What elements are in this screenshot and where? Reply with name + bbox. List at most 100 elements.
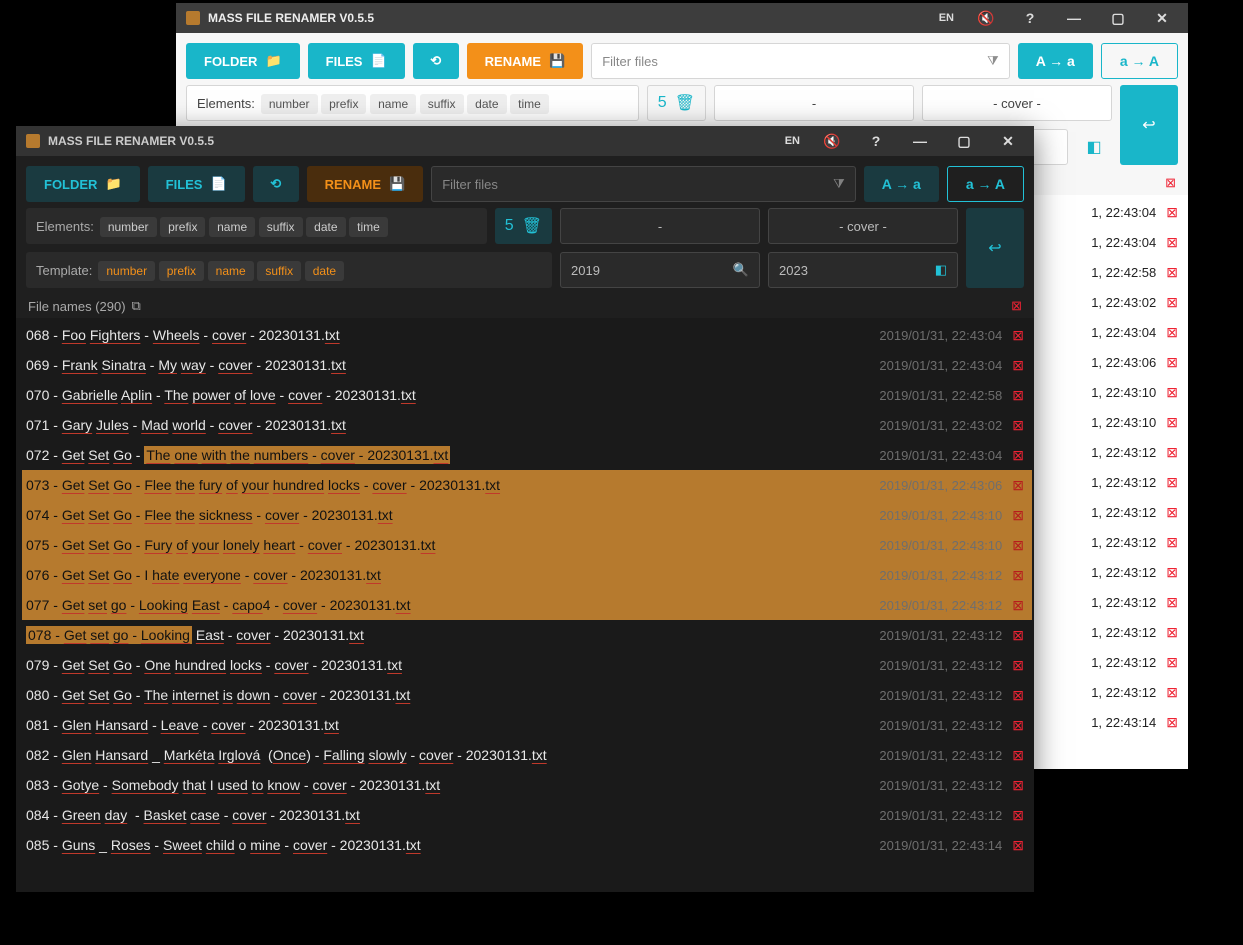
chip-date[interactable]: date [306, 217, 345, 237]
chip-prefix[interactable]: prefix [160, 217, 205, 237]
search-input[interactable]: 2019🔍 [560, 252, 760, 288]
remove-icon[interactable]: ⊠ [1008, 747, 1028, 764]
chip-suffix[interactable]: suffix [259, 217, 303, 237]
separator-input[interactable]: - [714, 85, 914, 121]
table-row[interactable]: 073 - Get Set Go - Flee the fury of your… [22, 470, 1032, 500]
table-row[interactable]: 069 - Frank Sinatra - My way - cover - 2… [22, 350, 1032, 380]
eraser-icon[interactable]: ◧ [935, 262, 947, 278]
remove-icon[interactable]: ⊠ [1162, 654, 1182, 671]
table-row[interactable]: 074 - Get Set Go - Flee the sickness - c… [22, 500, 1032, 530]
file-list[interactable]: 068 - Foo Fighters - Wheels - cover - 20… [16, 318, 1034, 892]
refresh-button[interactable]: ⟲ [413, 43, 459, 79]
chip-time[interactable]: time [510, 94, 549, 114]
remove-icon[interactable]: ⊠ [1162, 534, 1182, 551]
chip-name[interactable]: name [208, 261, 254, 281]
folder-button[interactable]: FOLDER📁 [186, 43, 300, 79]
titlebar[interactable]: MASS FILE RENAMER V0.5.5 EN 🔇 ? — ▢ ✕ [16, 126, 1034, 156]
replace-input[interactable]: 2023◧ [768, 252, 958, 288]
remove-icon[interactable]: ⊠ [1008, 687, 1028, 704]
count-box[interactable]: 5🗑 [647, 85, 706, 121]
chip-date[interactable]: date [467, 94, 506, 114]
chip-name[interactable]: name [370, 94, 416, 114]
remove-icon[interactable]: ⊠ [1162, 564, 1182, 581]
remove-icon[interactable]: ⊠ [1008, 837, 1028, 854]
eraser-icon[interactable]: ◧ [1076, 129, 1112, 165]
filter-input[interactable]: Filter files⧩ [431, 166, 855, 202]
remove-icon[interactable]: ⊠ [1162, 504, 1182, 521]
remove-icon[interactable]: ⊠ [1008, 507, 1028, 524]
remove-icon[interactable]: ⊠ [1162, 354, 1182, 371]
table-row[interactable]: 084 - Green day - Basket case - cover - … [22, 800, 1032, 830]
remove-icon[interactable]: ⊠ [1162, 714, 1182, 731]
table-row[interactable]: 083 - Gotye - Somebody that I used to kn… [22, 770, 1032, 800]
table-row[interactable]: 076 - Get Set Go - I hate everyone - cov… [22, 560, 1032, 590]
remove-icon[interactable]: ⊠ [1162, 294, 1182, 311]
remove-icon[interactable]: ⊠ [1162, 414, 1182, 431]
remove-icon[interactable]: ⊠ [1008, 777, 1028, 794]
table-row[interactable]: 077 - Get set go - Looking East - capo4 … [22, 590, 1032, 620]
help-icon[interactable]: ? [854, 126, 898, 156]
files-button[interactable]: FILES📄 [148, 166, 245, 202]
apply-button[interactable]: ↩ [1120, 85, 1178, 165]
chip-name[interactable]: name [209, 217, 255, 237]
chip-suffix[interactable]: suffix [257, 261, 301, 281]
remove-icon[interactable]: ⊠ [1008, 657, 1028, 674]
lang-switch[interactable]: EN [929, 12, 964, 24]
table-row[interactable]: 075 - Get Set Go - Fury of your lonely h… [22, 530, 1032, 560]
remove-icon[interactable]: ⊠ [1008, 477, 1028, 494]
clear-all-icon[interactable]: ⊠ [1011, 298, 1022, 314]
table-row[interactable]: 071 - Gary Jules - Mad world - cover - 2… [22, 410, 1032, 440]
copy-icon[interactable]: ⧉ [132, 298, 141, 314]
chip-prefix[interactable]: prefix [321, 94, 366, 114]
remove-icon[interactable]: ⊠ [1008, 627, 1028, 644]
remove-icon[interactable]: ⊠ [1162, 594, 1182, 611]
table-row[interactable]: 078 - Get set go - Looking East - cover … [22, 620, 1032, 650]
elements-box[interactable]: Elements: number prefix name suffix date… [186, 85, 639, 121]
remove-icon[interactable]: ⊠ [1162, 324, 1182, 341]
remove-icon[interactable]: ⊠ [1008, 357, 1028, 374]
remove-icon[interactable]: ⊠ [1162, 624, 1182, 641]
chip-suffix[interactable]: suffix [420, 94, 464, 114]
table-row[interactable]: 081 - Glen Hansard - Leave - cover - 202… [22, 710, 1032, 740]
table-row[interactable]: 082 - Glen Hansard _ Markéta Irglová (On… [22, 740, 1032, 770]
template-box[interactable]: Template: number prefix name suffix date [26, 252, 552, 288]
count-box[interactable]: 5🗑 [495, 208, 552, 244]
uppercase-button[interactable]: a → A [947, 166, 1024, 202]
separator-input[interactable]: - [560, 208, 760, 244]
close-button[interactable]: ✕ [1140, 3, 1184, 33]
mute-icon[interactable]: 🔇 [964, 3, 1008, 33]
close-button[interactable]: ✕ [986, 126, 1030, 156]
suffix-input[interactable]: - cover - [922, 85, 1112, 121]
remove-icon[interactable]: ⊠ [1008, 567, 1028, 584]
filter-input[interactable]: Filter files⧩ [591, 43, 1009, 79]
table-row[interactable]: 085 - Guns _ Roses - Sweet child o mine … [22, 830, 1032, 860]
mute-icon[interactable]: 🔇 [810, 126, 854, 156]
remove-icon[interactable]: ⊠ [1008, 417, 1028, 434]
remove-icon[interactable]: ⊠ [1008, 717, 1028, 734]
folder-button[interactable]: FOLDER📁 [26, 166, 140, 202]
rename-button[interactable]: RENAME💾 [467, 43, 584, 79]
remove-icon[interactable]: ⊠ [1008, 597, 1028, 614]
chip-number[interactable]: number [261, 94, 318, 114]
remove-icon[interactable]: ⊠ [1162, 684, 1182, 701]
remove-icon[interactable]: ⊠ [1162, 474, 1182, 491]
refresh-button[interactable]: ⟲ [253, 166, 299, 202]
files-button[interactable]: FILES📄 [308, 43, 405, 79]
remove-icon[interactable]: ⊠ [1008, 327, 1028, 344]
help-icon[interactable]: ? [1008, 3, 1052, 33]
apply-button[interactable]: ↩ [966, 208, 1024, 288]
lowercase-button[interactable]: A → a [864, 166, 939, 202]
trash-icon[interactable]: 🗑 [522, 216, 542, 236]
clear-all-icon[interactable]: ⊠ [1165, 175, 1176, 191]
lang-switch[interactable]: EN [775, 135, 810, 147]
chip-number[interactable]: number [100, 217, 157, 237]
remove-icon[interactable]: ⊠ [1008, 387, 1028, 404]
remove-icon[interactable]: ⊠ [1162, 264, 1182, 281]
remove-icon[interactable]: ⊠ [1162, 234, 1182, 251]
maximize-button[interactable]: ▢ [942, 126, 986, 156]
minimize-button[interactable]: — [1052, 3, 1096, 33]
table-row[interactable]: 072 - Get Set Go - The one with the numb… [22, 440, 1032, 470]
chip-prefix[interactable]: prefix [159, 261, 204, 281]
chip-date[interactable]: date [305, 261, 344, 281]
titlebar[interactable]: MASS FILE RENAMER V0.5.5 EN 🔇 ? — ▢ ✕ [176, 3, 1188, 33]
